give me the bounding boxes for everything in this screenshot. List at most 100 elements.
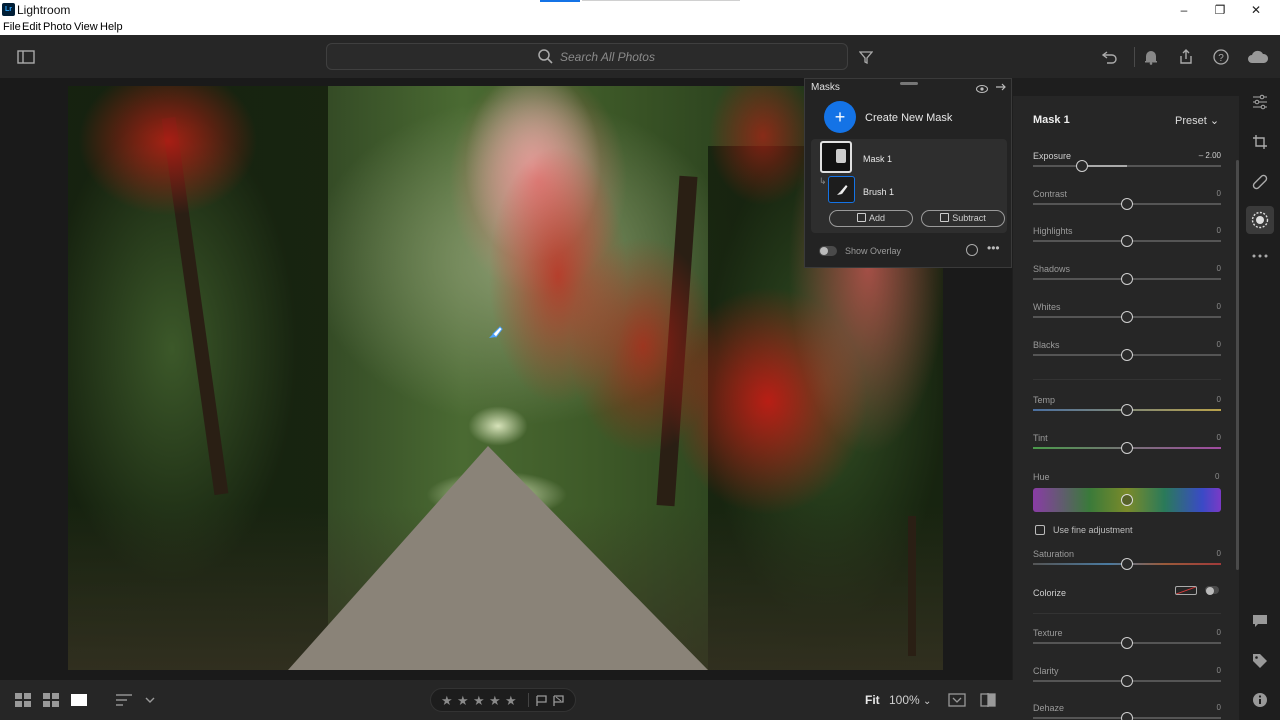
healing-bandage-icon[interactable]: [1250, 172, 1270, 192]
temp-slider[interactable]: Temp 0: [1033, 395, 1221, 425]
share-icon[interactable]: [1175, 46, 1197, 68]
menu-help[interactable]: Help: [100, 21, 123, 33]
whites-value[interactable]: 0: [1217, 302, 1221, 311]
texture-knob[interactable]: [1121, 637, 1133, 649]
filter-icon[interactable]: [855, 46, 877, 68]
dehaze-value[interactable]: 0: [1217, 703, 1221, 712]
whites-slider[interactable]: Whites 0: [1033, 302, 1221, 332]
notification-bell-icon[interactable]: [1140, 46, 1162, 68]
flag-reject-icon[interactable]: [553, 694, 565, 712]
sort-icon[interactable]: [115, 691, 133, 709]
highlights-slider[interactable]: Highlights 0: [1033, 226, 1221, 256]
grid-view-icon[interactable]: [14, 691, 32, 709]
highlights-knob[interactable]: [1121, 235, 1133, 247]
contrast-slider[interactable]: Contrast 0: [1033, 189, 1221, 219]
whites-knob[interactable]: [1121, 311, 1133, 323]
blacks-knob[interactable]: [1121, 349, 1133, 361]
tint-slider[interactable]: Tint 0: [1033, 433, 1221, 463]
create-mask-label[interactable]: Create New Mask: [865, 112, 952, 124]
close-button[interactable]: ✕: [1238, 0, 1274, 20]
add-button[interactable]: Add: [829, 210, 913, 227]
texture-slider[interactable]: Texture 0: [1033, 628, 1221, 658]
overlay-color-icon[interactable]: [966, 244, 978, 256]
saturation-value[interactable]: 0: [1217, 549, 1221, 558]
subtract-button[interactable]: Subtract: [921, 210, 1005, 227]
minimize-button[interactable]: –: [1166, 0, 1202, 20]
dehaze-knob[interactable]: [1121, 712, 1133, 720]
tint-knob[interactable]: [1121, 442, 1133, 454]
star-5[interactable]: ★: [505, 693, 517, 709]
menu-photo[interactable]: Photo: [43, 21, 72, 33]
dehaze-slider[interactable]: Dehaze 0: [1033, 703, 1221, 720]
undo-icon[interactable]: [1099, 46, 1121, 68]
tag-icon[interactable]: [1250, 651, 1270, 671]
colorize-toggle[interactable]: [1205, 586, 1219, 595]
more-tools-icon[interactable]: [1250, 246, 1270, 266]
brush-component-name[interactable]: Brush 1: [863, 187, 894, 197]
exposure-value[interactable]: – 2.00: [1199, 151, 1221, 160]
compare-icon[interactable]: [948, 691, 966, 709]
info-icon[interactable]: [1250, 690, 1270, 710]
mask-name[interactable]: Mask 1: [863, 154, 892, 164]
show-overlay-toggle[interactable]: [819, 246, 837, 256]
flag-pick-icon[interactable]: [536, 694, 548, 712]
preset-dropdown[interactable]: Preset ⌄: [1175, 114, 1219, 127]
search-input[interactable]: [560, 48, 760, 66]
masking-icon[interactable]: [1250, 210, 1270, 230]
shadows-slider[interactable]: Shadows 0: [1033, 264, 1221, 294]
clarity-value[interactable]: 0: [1217, 666, 1221, 675]
create-mask-button[interactable]: +: [824, 101, 856, 133]
exposure-slider[interactable]: Exposure – 2.00: [1033, 151, 1221, 181]
comment-icon[interactable]: [1250, 611, 1270, 631]
highlights-value[interactable]: 0: [1217, 226, 1221, 235]
crop-icon[interactable]: [1250, 132, 1270, 152]
contrast-knob[interactable]: [1121, 198, 1133, 210]
saturation-knob[interactable]: [1121, 558, 1133, 570]
hue-value[interactable]: 0: [1215, 472, 1219, 481]
panel-drag-handle[interactable]: [900, 82, 918, 85]
hue-slider[interactable]: [1033, 488, 1221, 512]
saturation-slider[interactable]: Saturation 0: [1033, 549, 1221, 579]
shadows-knob[interactable]: [1121, 273, 1133, 285]
colorize-swatch[interactable]: [1175, 586, 1197, 595]
clarity-slider[interactable]: Clarity 0: [1033, 666, 1221, 696]
before-after-icon[interactable]: [979, 691, 997, 709]
cloud-icon[interactable]: [1247, 46, 1269, 68]
clarity-knob[interactable]: [1121, 675, 1133, 687]
shadows-value[interactable]: 0: [1217, 264, 1221, 273]
contrast-value[interactable]: 0: [1217, 189, 1221, 198]
more-options-icon[interactable]: •••: [987, 241, 1000, 255]
star-1[interactable]: ★: [441, 693, 453, 709]
sort-chevron-down-icon[interactable]: [141, 691, 159, 709]
maximize-button[interactable]: ❐: [1202, 0, 1238, 20]
tint-value[interactable]: 0: [1217, 433, 1221, 442]
mask-thumbnail[interactable]: [820, 141, 852, 173]
exposure-knob[interactable]: [1075, 160, 1088, 172]
square-grid-view-icon[interactable]: [42, 691, 60, 709]
star-3[interactable]: ★: [473, 693, 485, 709]
brush-component-thumbnail[interactable]: [828, 176, 855, 203]
texture-value[interactable]: 0: [1217, 628, 1221, 637]
temp-knob[interactable]: [1121, 404, 1133, 416]
temp-value[interactable]: 0: [1217, 395, 1221, 404]
star-2[interactable]: ★: [457, 693, 469, 709]
blacks-value[interactable]: 0: [1217, 340, 1221, 349]
star-4[interactable]: ★: [489, 693, 501, 709]
menu-view[interactable]: View: [74, 21, 98, 33]
search-box[interactable]: [326, 43, 848, 70]
collapse-arrow-icon[interactable]: [995, 80, 1007, 98]
visibility-eye-icon[interactable]: [976, 81, 988, 99]
edit-sliders-icon[interactable]: [1250, 92, 1270, 112]
masks-panel: Masks + Create New Mask Mask 1 ↳ Brush 1…: [804, 78, 1012, 268]
hue-knob[interactable]: [1121, 494, 1133, 506]
fine-adjustment-checkbox[interactable]: [1035, 525, 1045, 535]
detail-view-icon[interactable]: [70, 691, 88, 709]
help-icon[interactable]: ?: [1210, 46, 1232, 68]
edit-panel-scrollbar[interactable]: [1236, 160, 1239, 570]
menu-file[interactable]: File: [3, 21, 21, 33]
menu-edit[interactable]: Edit: [22, 21, 41, 33]
blacks-slider[interactable]: Blacks 0: [1033, 340, 1221, 370]
fit-zoom-button[interactable]: Fit: [865, 693, 880, 707]
panel-toggle-icon[interactable]: [15, 46, 37, 68]
zoom-level-dropdown[interactable]: 100% ⌄: [889, 693, 931, 707]
